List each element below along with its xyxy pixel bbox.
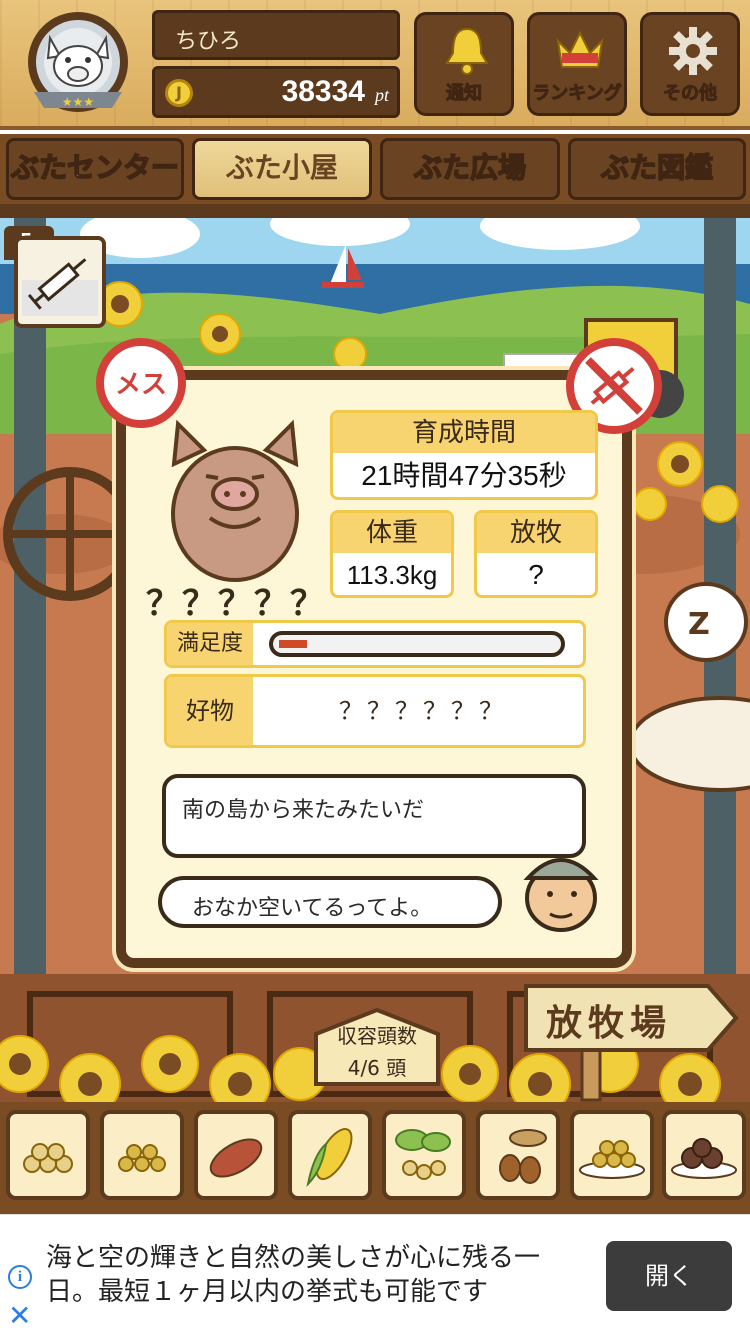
notification-label: 通知 bbox=[446, 83, 483, 105]
satisfaction-panel: 満足度 bbox=[164, 620, 586, 668]
pig-avatar-icon[interactable]: ★★★ bbox=[20, 8, 136, 120]
tab-bar: ぶたセンター ぶた小屋 ぶた広場 ぶた図鑑 bbox=[0, 134, 750, 204]
pasture-sign-label: 放牧場 bbox=[546, 1003, 673, 1044]
gender-label: メス bbox=[114, 370, 167, 400]
satisfaction-label: 満足度 bbox=[167, 623, 253, 665]
weight-label: 体重 bbox=[333, 513, 451, 553]
favorite-label: 好物 bbox=[167, 677, 253, 745]
sweet-potato-icon bbox=[209, 1138, 263, 1178]
points-value: 38334 bbox=[281, 75, 365, 108]
ad-open-button[interactable]: 開く bbox=[606, 1241, 732, 1311]
speech-bubble-2: おなか空いてるってよ。 bbox=[158, 876, 502, 928]
breeding-time-value: 21時間47分35秒 bbox=[361, 460, 567, 491]
gear-icon bbox=[669, 27, 717, 75]
grain-icon bbox=[118, 1144, 166, 1172]
user-info: ちひろ J 38334 pt bbox=[152, 10, 400, 118]
bell-icon bbox=[445, 27, 489, 75]
truffle-icon bbox=[671, 1138, 737, 1179]
points-panel: J 38334 pt bbox=[152, 66, 400, 118]
ranking-button[interactable]: ランキング bbox=[527, 12, 627, 116]
syringe-button[interactable] bbox=[14, 236, 106, 328]
satisfaction-meter bbox=[269, 631, 565, 657]
ad-info-icon[interactable]: i bbox=[8, 1265, 32, 1289]
food-item-soybeans[interactable] bbox=[6, 1110, 90, 1200]
ad-close-icon[interactable]: ✕ bbox=[8, 1299, 31, 1332]
other-button[interactable]: その他 bbox=[640, 12, 740, 116]
favorite-value: ？？？？？？ bbox=[339, 697, 507, 725]
food-item-herb-beans[interactable] bbox=[382, 1110, 466, 1200]
food-item-corn[interactable] bbox=[288, 1110, 372, 1200]
pig-name: ？？？？？ bbox=[146, 584, 326, 624]
grazing-label: 放牧 bbox=[477, 513, 595, 553]
capacity-value: 4/6 頭 bbox=[347, 1056, 407, 1080]
syringe-icon bbox=[22, 258, 98, 316]
food-item-rice-bowl[interactable] bbox=[570, 1110, 654, 1200]
tab-pig-plaza[interactable]: ぶた広場 bbox=[380, 138, 560, 200]
rice-bowl-icon bbox=[579, 1140, 645, 1179]
weight-panel: 体重 113.3kg bbox=[330, 510, 454, 598]
acorn-icon bbox=[499, 1129, 547, 1184]
farmer-face-icon bbox=[523, 858, 599, 932]
capacity-sign: 収容頭数 4/6 頭 bbox=[312, 1006, 442, 1086]
ad-banner[interactable]: i ✕ 海と空の輝きと自然の美しさが心に残る一日。最短１ヶ月以内の挙式も可能です… bbox=[0, 1214, 750, 1334]
weight-value: 113.3kg bbox=[346, 560, 438, 590]
soybeans-icon bbox=[23, 1143, 73, 1173]
pig-portrait-icon bbox=[171, 419, 299, 582]
breeding-time-label: 育成時間 bbox=[333, 413, 595, 453]
grazing-panel: 放牧 ? bbox=[474, 510, 598, 598]
svg-text:Z: Z bbox=[688, 607, 710, 642]
tab-pig-encyclopedia[interactable]: ぶた図鑑 bbox=[568, 138, 746, 200]
grazing-value: ? bbox=[528, 559, 544, 590]
coin-icon: J bbox=[165, 79, 193, 107]
tab-pig-center[interactable]: ぶたセンター bbox=[6, 138, 184, 200]
points-unit: pt bbox=[374, 85, 389, 105]
user-name: ちひろ bbox=[152, 10, 400, 60]
capacity-label: 収容頭数 bbox=[337, 1024, 417, 1048]
tab-pig-house[interactable]: ぶた小屋 bbox=[192, 138, 372, 200]
food-item-acorn[interactable] bbox=[476, 1110, 560, 1200]
ad-text: 海と空の輝きと自然の美しさが心に残る一日。最短１ヶ月以内の挙式も可能です bbox=[46, 1243, 541, 1307]
crown-icon bbox=[556, 30, 604, 68]
speech-bubble-1: 南の島から来たみたいだ bbox=[162, 774, 586, 858]
herb-beans-icon bbox=[395, 1129, 451, 1180]
favorite-panel: 好物 ？？？？？？ bbox=[164, 674, 586, 748]
pasture-signboard[interactable]: 放牧場 bbox=[522, 982, 740, 1052]
other-label: その他 bbox=[663, 83, 718, 105]
svg-text:★★★: ★★★ bbox=[62, 95, 94, 109]
food-bar bbox=[0, 1102, 750, 1214]
food-item-grain[interactable] bbox=[100, 1110, 184, 1200]
satisfaction-fill bbox=[279, 640, 307, 648]
food-item-sweet-potato[interactable] bbox=[194, 1110, 278, 1200]
notification-button[interactable]: 通知 bbox=[414, 12, 514, 116]
corn-icon bbox=[306, 1128, 353, 1188]
header-bar: ★★★ ちひろ J 38334 pt 通知 ランキング その他 bbox=[0, 0, 750, 130]
food-item-truffle[interactable] bbox=[662, 1110, 746, 1200]
ranking-label: ランキング bbox=[532, 83, 622, 105]
breeding-time-panel: 育成時間 21時間47分35秒 bbox=[330, 410, 598, 500]
